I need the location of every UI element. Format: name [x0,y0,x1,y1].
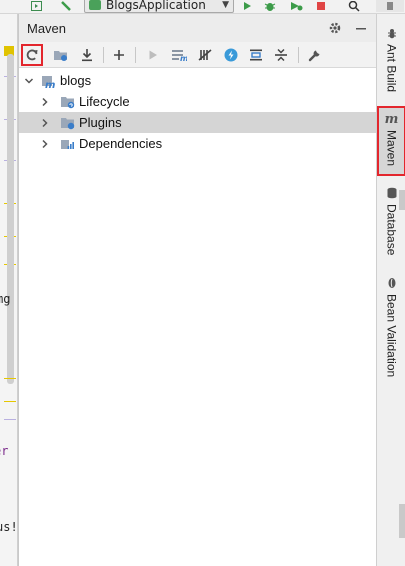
reload-icon [26,49,38,61]
gutter-line [4,419,16,420]
collapse-icon [275,48,287,62]
gutter-line [4,401,16,402]
skip-tests-button[interactable] [221,45,241,65]
toolbar-separator [103,47,104,63]
run-configuration-selector[interactable]: BlogsApplication ▼ [84,0,234,13]
maven-tool-window: Maven m blogs Lifecycle Plugins Dependen… [18,14,377,566]
maven-toolbar: m [19,42,377,68]
run-window-icon[interactable] [30,0,42,12]
diagram-icon [250,49,262,61]
panel-title: Maven [27,20,67,36]
ide-main-toolbar: BlogsApplication ▼ [0,0,405,14]
editor-scrollbar[interactable] [7,54,14,384]
lifecycle-folder-icon [60,94,76,110]
offline-icon [198,49,212,61]
plugins-folder-icon [60,115,76,131]
strip-scrollbar[interactable] [399,190,405,210]
gear-icon[interactable] [327,20,343,36]
download-sources-button[interactable] [77,45,97,65]
add-maven-project-button[interactable] [109,45,129,65]
reload-all-projects-button[interactable] [21,44,43,66]
svg-text:m: m [180,54,187,62]
gutter-line [4,378,16,379]
debug-bug-icon[interactable] [263,0,277,12]
search-everywhere-icon[interactable] [347,0,361,12]
database-icon [385,186,399,200]
run-with-coverage-icon[interactable] [288,0,304,12]
tab-label: Bean Validation [384,294,399,378]
execute-maven-goal-button[interactable]: m [169,45,189,65]
show-dependencies-button[interactable] [246,45,266,65]
toggle-offline-mode-button[interactable] [195,45,215,65]
notifications-icon[interactable] [376,0,404,12]
maven-project-icon: m [41,73,57,91]
tab-bean-validation[interactable]: Bean Validation [377,274,405,382]
chevron-right-icon[interactable] [40,118,50,128]
tree-label: Dependencies [79,136,163,151]
stop-icon[interactable] [314,0,328,12]
toolbar-separator [298,47,299,63]
svg-text:m: m [45,80,55,89]
tab-ant-build[interactable]: Ant Build [377,24,405,108]
wrench-icon [308,50,320,62]
run-configuration-label: BlogsApplication [106,0,206,12]
code-fragment: mg [0,292,11,306]
chevron-right-icon[interactable] [40,97,50,107]
minimize-icon[interactable] [353,20,369,36]
play-icon [149,50,157,60]
strip-scrollbar[interactable] [399,504,405,538]
tree-item-dependencies[interactable]: Dependencies [19,133,377,154]
tab-label: Maven [384,130,399,167]
maven-m-icon: m [384,111,399,127]
download-icon [82,49,92,62]
folder-refresh-icon [54,51,67,61]
tree-root-blogs[interactable]: m blogs [19,70,377,91]
lightning-icon [224,48,238,62]
ant-icon [385,26,399,40]
tree-label: Lifecycle [79,94,130,109]
ide-window: BlogsApplication ▼ mg [0,0,405,566]
maven-settings-button[interactable] [305,45,325,65]
tab-maven[interactable]: m Maven [377,106,405,176]
generate-sources-button[interactable] [51,45,71,65]
tree-label: Plugins [79,115,122,130]
collapse-all-button[interactable] [271,45,291,65]
run-icon[interactable] [240,0,254,12]
build-hammer-icon[interactable] [60,0,74,12]
editor-gutter: mg er us! [0,14,18,566]
tree-item-plugins[interactable]: Plugins [19,112,377,133]
code-fragment: us! [0,520,18,534]
tab-label: Database [384,204,399,256]
run-maven-build-button[interactable] [143,45,163,65]
maven-panel-header: Maven [19,14,377,42]
chevron-down-icon: ▼ [222,0,229,10]
spring-boot-icon [89,0,101,10]
right-tool-window-strip: Ant Build m Maven Database Bean Validati… [376,14,405,566]
chevron-down-icon[interactable] [24,76,34,86]
maven-goal-icon: m [172,50,187,62]
plus-icon [114,50,124,60]
toolbar-separator [135,47,136,63]
tree-label: blogs [60,73,92,88]
chevron-right-icon[interactable] [40,139,50,149]
bean-validation-icon [385,276,399,290]
code-fragment: er [0,444,9,458]
tree-item-lifecycle[interactable]: Lifecycle [19,91,377,112]
dependencies-icon [60,136,76,152]
tab-label: Ant Build [384,44,399,93]
maven-project-tree: m blogs Lifecycle Plugins Dependencies [19,70,377,154]
